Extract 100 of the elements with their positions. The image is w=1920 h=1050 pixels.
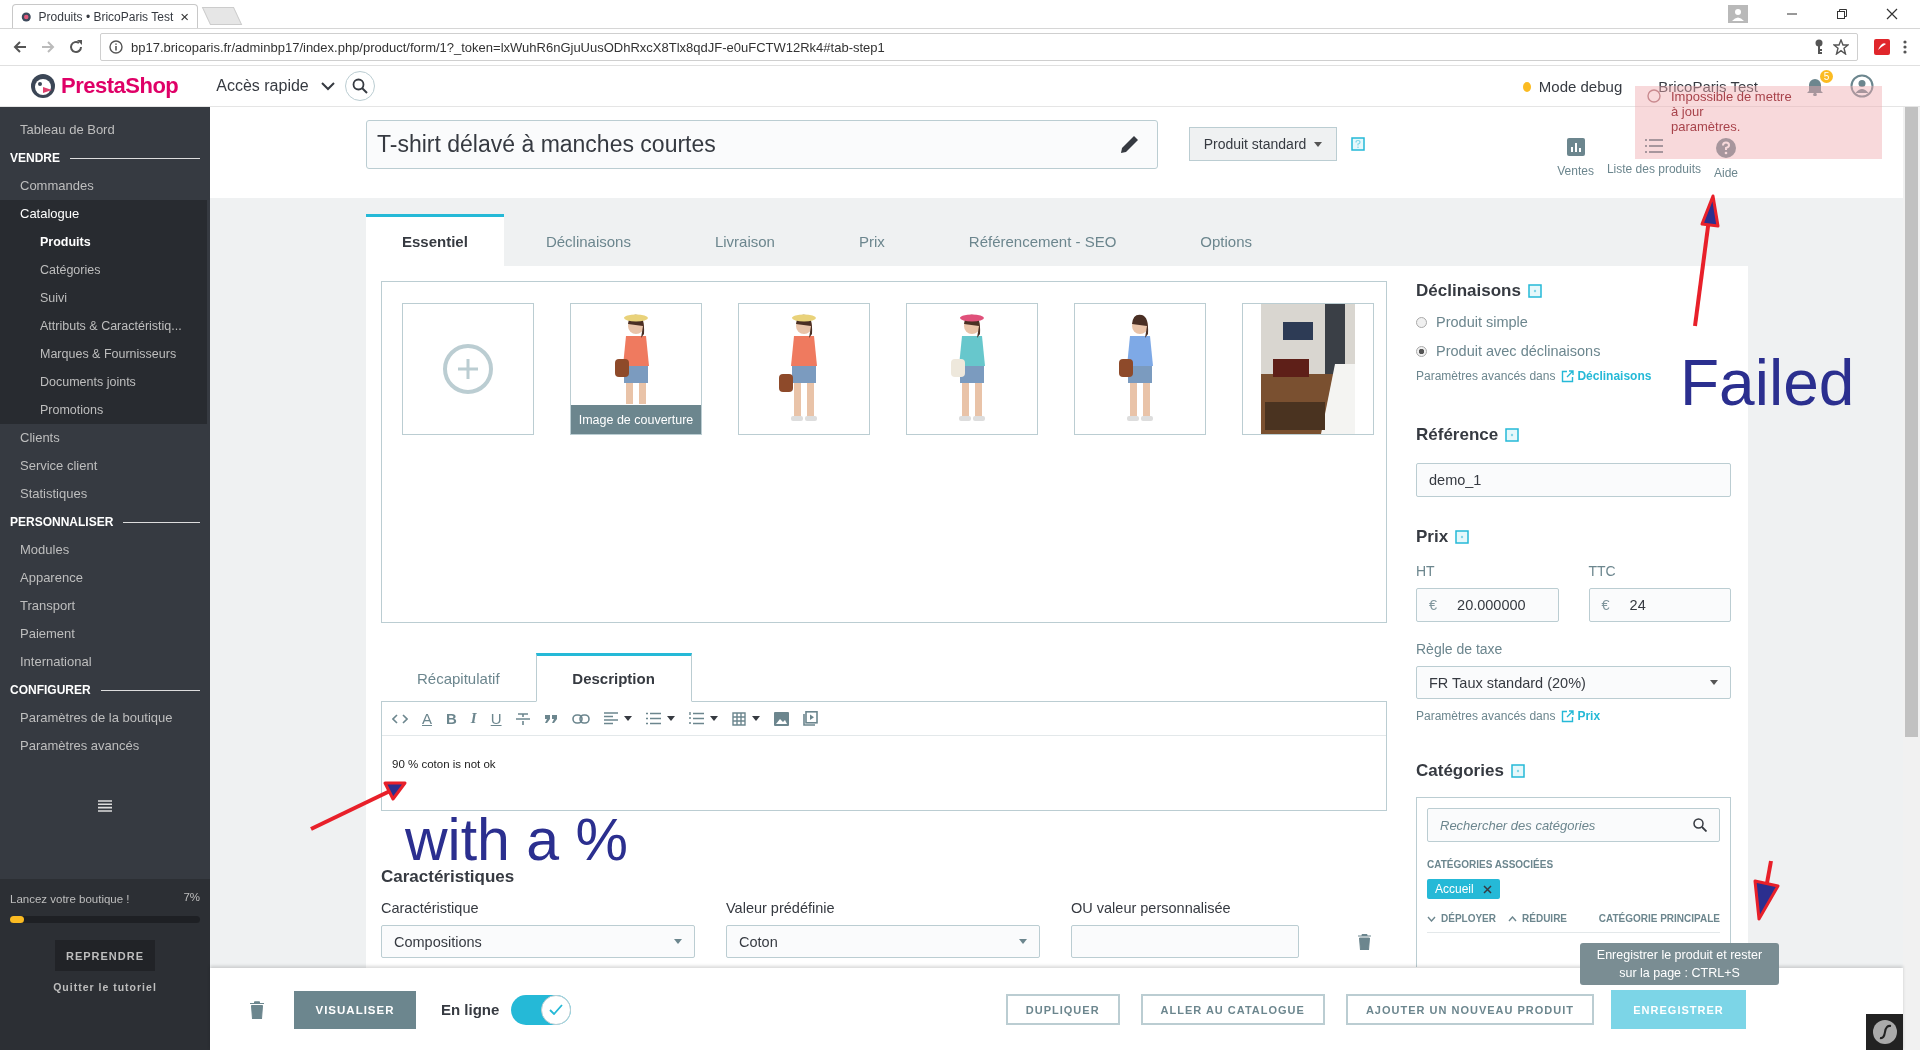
sidebar-item[interactable]: Paiement — [0, 620, 210, 648]
category-search-field[interactable]: Rechercher des catégories — [1427, 808, 1720, 842]
quit-tutorial-link[interactable]: Quitter le tutoriel — [53, 981, 157, 993]
preview-button[interactable]: VISUALISER — [294, 990, 416, 1029]
menu-icon[interactable] — [98, 800, 112, 812]
sidebar-item[interactable]: Tableau de Bord — [0, 116, 210, 144]
tab[interactable]: Prix — [816, 214, 927, 266]
caret-icon[interactable] — [320, 81, 335, 91]
reference-field[interactable]: demo_1 — [1416, 463, 1731, 497]
tab[interactable]: Livraison — [672, 214, 817, 266]
sidebar-item[interactable]: Service client — [0, 452, 210, 480]
remove-icon[interactable] — [1482, 884, 1492, 894]
sidebar-item[interactable]: Paramètres avancés — [0, 732, 210, 760]
avatar-icon[interactable] — [1850, 74, 1874, 98]
media-icon[interactable] — [802, 711, 818, 726]
tab[interactable]: Description — [535, 653, 692, 702]
help-icon[interactable] — [1527, 284, 1542, 298]
expand-link[interactable]: DÉPLOYER — [1427, 913, 1496, 924]
star-icon[interactable] — [1833, 39, 1849, 55]
toolbar-link[interactable]: Aide — [1713, 137, 1738, 180]
custom-value-field[interactable] — [1071, 925, 1299, 958]
image-icon[interactable] — [773, 711, 789, 726]
tax-rule-dropdown[interactable]: FR Taux standard (20%) — [1416, 666, 1731, 699]
reload-icon[interactable] — [68, 39, 84, 55]
hint-text: Paramètres avancés dans — [1416, 709, 1556, 723]
debug-mode-label[interactable]: Mode debug — [1538, 77, 1623, 95]
caret-icon[interactable] — [709, 716, 718, 721]
product-type-dropdown[interactable]: Produit standard — [1189, 127, 1337, 161]
trash-icon[interactable] — [1358, 933, 1371, 950]
price-field[interactable]: € 20.000000 — [1416, 588, 1559, 622]
help-icon[interactable] — [1455, 530, 1470, 544]
feature-dropdown[interactable]: Compositions — [381, 925, 695, 958]
browser-tab[interactable]: Produits • BricoParis Test × — [12, 4, 198, 28]
value-dropdown[interactable]: Coton — [726, 925, 1040, 958]
field-label: Valeur prédéfinie — [726, 900, 836, 916]
sidebar-item[interactable]: Commandes — [0, 172, 210, 200]
sidebar-item[interactable]: Apparence — [0, 564, 210, 592]
table-icon[interactable] — [731, 711, 746, 726]
toolbar-link[interactable]: Liste des produits — [1606, 137, 1701, 176]
link-icon[interactable] — [571, 713, 590, 724]
user-icon[interactable] — [1728, 5, 1748, 23]
annotation-text: Failed — [1680, 351, 1855, 415]
help-icon[interactable] — [1510, 764, 1525, 778]
submenu-item[interactable]: Attributs & Caractéristiq... — [0, 312, 207, 340]
collapse-link[interactable]: RÉDUIRE — [1508, 913, 1568, 924]
submenu-item[interactable]: Suivi — [0, 284, 207, 312]
bullet-list-icon[interactable] — [645, 712, 661, 725]
address-field[interactable]: bp17.bricoparis.fr/adminbp17/index.php/product/form/1?_token=lxWuhR6nGjuUusODhRxcX8Tlx8qdJF-e0uFCTW12Rk4#tab-step1 — [100, 33, 1858, 61]
format-button[interactable]: B — [446, 710, 457, 727]
help-icon[interactable] — [1505, 428, 1520, 442]
tab[interactable]: Déclinaisons — [503, 214, 673, 266]
code-icon[interactable] — [392, 712, 408, 725]
format-button[interactable]: I — [470, 710, 477, 727]
sidebar-item[interactable]: Modules — [0, 536, 210, 564]
menu-icon[interactable] — [1902, 39, 1908, 55]
tab-close-button[interactable]: × — [180, 8, 189, 25]
quote-icon[interactable] — [543, 713, 558, 724]
rich-text-editor[interactable]: A B I U 90 % coton is not ok — [381, 701, 1387, 811]
radio-button[interactable] — [1416, 345, 1427, 357]
submenu-item[interactable]: Marques & Fournisseurs — [0, 340, 207, 368]
submenu-item[interactable]: Promotions — [0, 396, 207, 424]
resume-button[interactable]: REPRENDRE — [55, 940, 155, 971]
sidebar-item[interactable]: Catalogue — [0, 200, 207, 228]
strikethrough-icon[interactable] — [515, 711, 530, 726]
numbered-list-icon[interactable] — [688, 712, 704, 725]
caret-icon[interactable] — [751, 716, 760, 721]
product-name-field[interactable]: T-shirt délavé à manches courtes — [366, 119, 1158, 169]
action-button[interactable]: AJOUTER UN NOUVEAU PRODUIT — [1345, 994, 1594, 1025]
close-icon[interactable] — [1886, 8, 1898, 20]
action-button[interactable]: ALLER AU CATALOGUE — [1140, 994, 1325, 1025]
sidebar-item[interactable]: Clients — [0, 424, 210, 452]
restore-icon[interactable] — [1836, 8, 1848, 20]
tab[interactable]: Récapitulatif — [381, 652, 536, 701]
extension-icon[interactable] — [1874, 39, 1890, 55]
key-icon[interactable] — [1813, 39, 1825, 55]
quick-access-menu[interactable]: Accès rapide — [216, 77, 309, 95]
sidebar-item[interactable]: International — [0, 648, 210, 676]
price-field[interactable]: € 24 — [1588, 588, 1731, 622]
sidebar-item[interactable]: Statistiques — [0, 480, 210, 508]
sidebar-item[interactable]: Paramètres de la boutique — [0, 704, 210, 732]
back-icon[interactable] — [12, 39, 28, 55]
action-button[interactable]: DUPLIQUER — [1005, 994, 1120, 1025]
format-button[interactable]: U — [490, 710, 502, 727]
toolbar-link[interactable]: Ventes — [1557, 137, 1594, 178]
radio-button[interactable] — [1416, 316, 1427, 328]
caret-icon[interactable] — [666, 716, 675, 721]
tab[interactable]: Options — [1158, 214, 1295, 266]
submenu-item[interactable]: Catégories — [0, 256, 207, 284]
online-toggle[interactable] — [511, 994, 572, 1025]
tab[interactable]: Référencement - SEO — [926, 214, 1159, 266]
sidebar-item[interactable]: Transport — [0, 592, 210, 620]
submenu-item[interactable]: Produits — [0, 228, 207, 256]
align-icon[interactable] — [603, 712, 618, 725]
trash-icon[interactable] — [250, 1000, 264, 1019]
bell-icon[interactable] — [1806, 76, 1824, 96]
submenu-item[interactable]: Documents joints — [0, 368, 207, 396]
toggle-label: En ligne — [441, 1001, 500, 1018]
tab[interactable]: Essentiel — [366, 214, 504, 266]
caret-icon[interactable] — [623, 716, 632, 721]
format-button[interactable]: A — [422, 710, 432, 727]
